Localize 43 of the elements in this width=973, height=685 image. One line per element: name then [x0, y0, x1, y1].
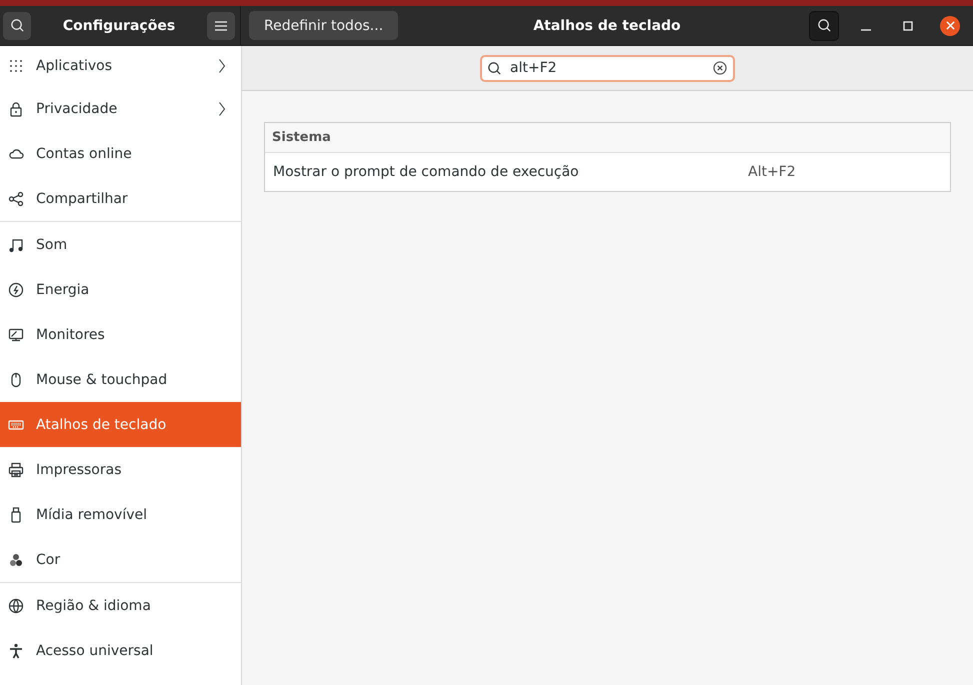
- music-note-icon: [8, 236, 24, 252]
- shortcut-keys: Alt+F2: [748, 164, 796, 180]
- maximize-icon: [903, 20, 913, 30]
- shortcut-row[interactable]: Mostrar o prompt de comando de execução Alt+F2: [265, 153, 950, 191]
- sidebar-item[interactable]: Cor: [0, 537, 241, 582]
- sidebar-item[interactable]: Acesso universal: [0, 628, 241, 673]
- close-icon: [946, 21, 954, 30]
- shortcut-action: Mostrar o prompt de comando de execução: [273, 164, 580, 180]
- grid-icon: [8, 58, 24, 74]
- sidebar-item[interactable]: Região & idioma: [0, 583, 241, 628]
- menu-icon: [214, 20, 227, 30]
- search-icon: [487, 60, 502, 76]
- sidebar-item[interactable]: Privacidade: [0, 86, 241, 131]
- sidebar-item[interactable]: Energia: [0, 267, 241, 312]
- sidebar-item[interactable]: Som: [0, 222, 241, 267]
- lock-icon: [8, 100, 24, 116]
- sidebar-title: Configurações: [62, 18, 176, 34]
- window-title: Atalhos de teclado: [533, 18, 681, 34]
- minimize-icon: [861, 28, 871, 30]
- sidebar-item[interactable]: Contas online: [0, 131, 241, 176]
- search-icon: [816, 18, 832, 33]
- search-icon: [10, 18, 24, 33]
- color-circles-icon: [8, 552, 24, 568]
- menu-button[interactable]: [206, 12, 235, 40]
- sidebar-item[interactable]: Atalhos de teclado: [0, 402, 241, 447]
- power-icon: [8, 282, 24, 298]
- globe-icon: [8, 598, 24, 614]
- clear-icon[interactable]: [713, 60, 727, 74]
- search-button[interactable]: [3, 12, 31, 40]
- sidebar-item[interactable]: Mouse & touchpad: [0, 357, 241, 402]
- printer-icon: [8, 462, 24, 478]
- section-header: Sistema: [265, 123, 950, 153]
- person-icon: [8, 642, 24, 658]
- sidebar-item[interactable]: Monitores: [0, 312, 241, 357]
- sidebar-item[interactable]: Aplicativos: [0, 46, 241, 86]
- share-icon: [8, 190, 24, 206]
- search-field[interactable]: alt+F2: [480, 54, 735, 82]
- monitor-icon: [8, 326, 24, 342]
- sidebar-item[interactable]: Compartilhar: [0, 176, 241, 221]
- reset-all-button[interactable]: Redefinir todos...: [249, 11, 398, 40]
- search-button[interactable]: [809, 10, 839, 40]
- sidebar-item[interactable]: Mídia removível: [0, 492, 241, 537]
- sidebar-item[interactable]: Impressoras: [0, 447, 241, 492]
